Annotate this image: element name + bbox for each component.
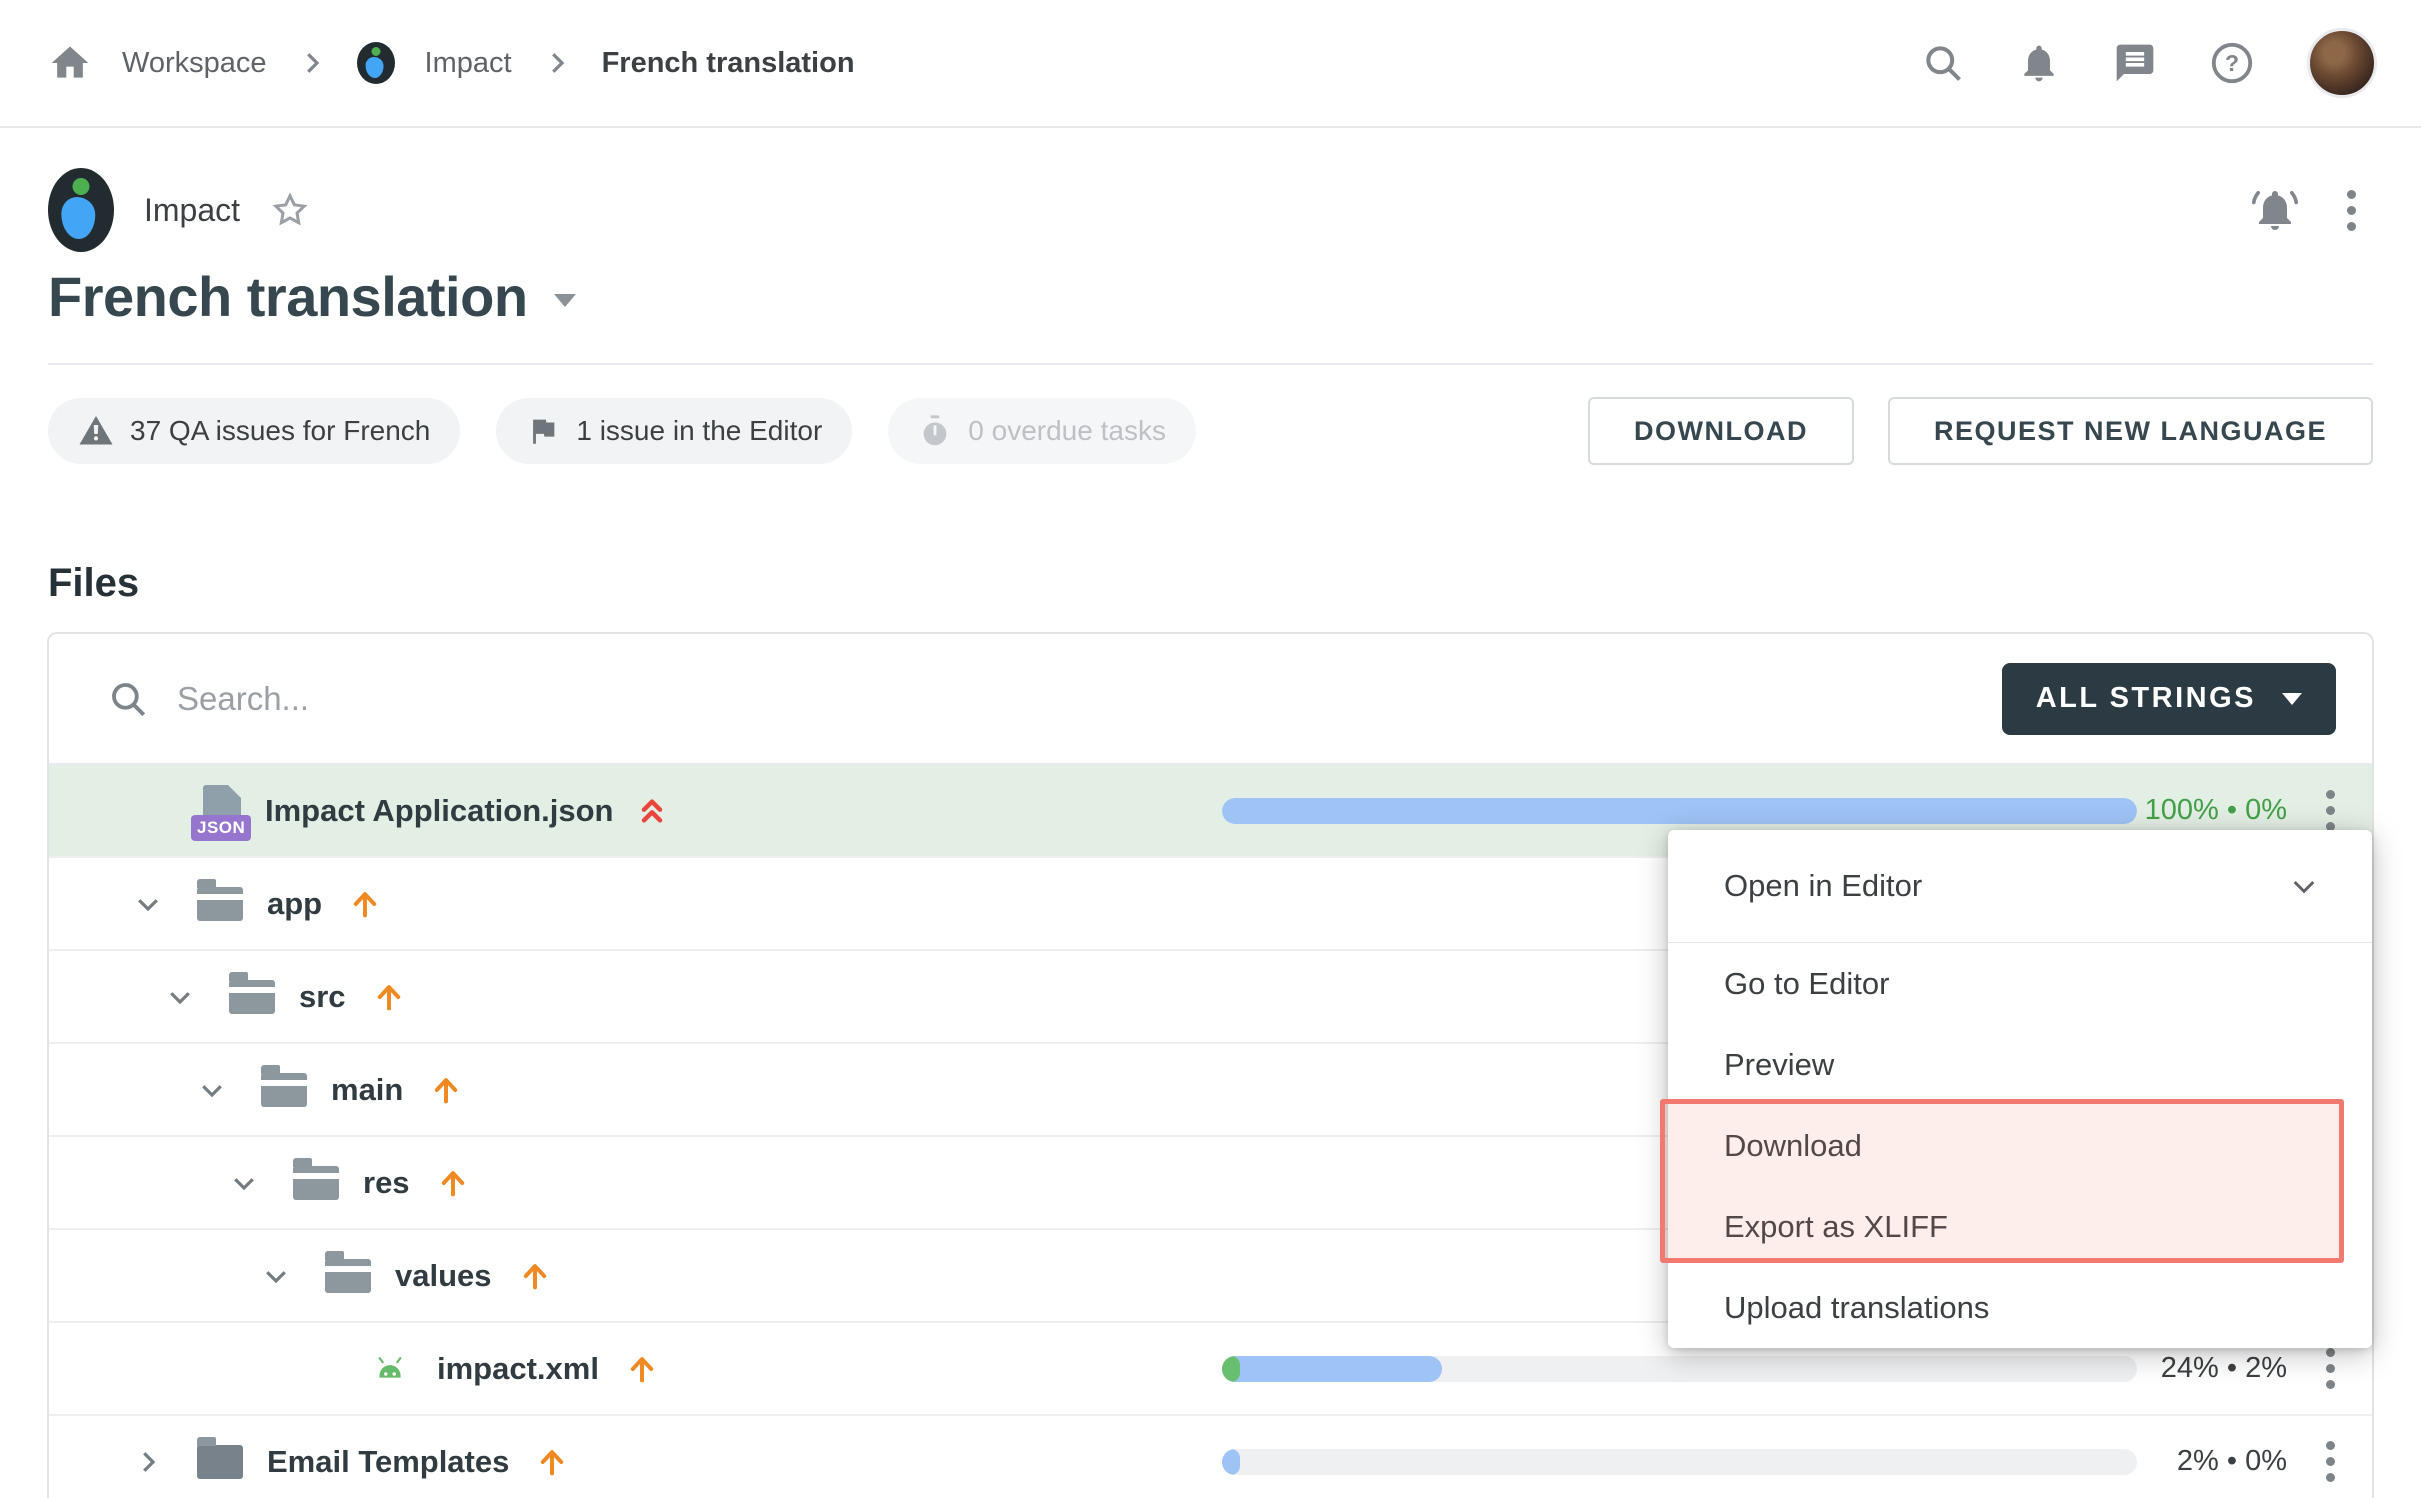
menu-item-export-as-xliff[interactable]: Export as XLIFF: [1668, 1186, 2372, 1267]
help-icon[interactable]: ?: [2209, 40, 2255, 86]
status-and-actions-row: 37 QA issues for French 1 issue in the E…: [48, 397, 2373, 465]
json-file-icon: JSON: [199, 785, 241, 837]
overdue-tasks-label: 0 overdue tasks: [968, 415, 1166, 447]
upload-arrow-icon[interactable]: [348, 886, 382, 922]
upload-arrow-icon[interactable]: [429, 1072, 463, 1108]
folder-open-icon: [229, 980, 275, 1014]
chevron-down-icon[interactable]: [229, 1168, 259, 1198]
caret-down-icon: [2282, 693, 2302, 705]
menu-item-upload-translations[interactable]: Upload translations: [1668, 1267, 2372, 1348]
menu-item-preview[interactable]: Preview: [1668, 1024, 2372, 1105]
chevron-down-icon[interactable]: [197, 1075, 227, 1105]
editor-issues-label: 1 issue in the Editor: [576, 415, 822, 447]
breadcrumb-project[interactable]: Impact: [425, 47, 512, 80]
breadcrumb-current-page: French translation: [602, 47, 855, 80]
project-notifications-bell-icon[interactable]: [2251, 186, 2299, 234]
folder-name[interactable]: main: [331, 1072, 403, 1108]
folder-open-icon: [261, 1073, 307, 1107]
translation-stats: 24% • 2%: [2077, 1352, 2287, 1385]
row-more-menu-icon[interactable]: [2308, 790, 2352, 831]
chevron-down-icon: [2288, 870, 2320, 902]
upload-arrow-icon[interactable]: [372, 979, 406, 1015]
strings-filter-label: ALL STRINGS: [2036, 682, 2256, 715]
title-dropdown-caret-icon[interactable]: [554, 294, 576, 307]
file-name[interactable]: Impact Application.json: [265, 793, 614, 829]
translation-stats: 2% • 0%: [2077, 1445, 2287, 1478]
topbar-actions: ?: [1921, 28, 2377, 98]
folder-name[interactable]: Email Templates: [267, 1444, 509, 1480]
upload-arrow-icon[interactable]: [436, 1165, 470, 1201]
folder-open-icon: [325, 1259, 371, 1293]
chevron-right-icon: [297, 48, 327, 78]
row-more-menu-icon[interactable]: [2308, 1441, 2352, 1482]
page: Workspace Impact French translation ?: [0, 0, 2421, 1498]
strings-filter-button[interactable]: ALL STRINGS: [2002, 663, 2336, 735]
overdue-tasks-badge: 0 overdue tasks: [888, 398, 1196, 464]
files-search-input[interactable]: [177, 680, 2002, 718]
messages-chat-icon[interactable]: [2113, 41, 2157, 85]
translation-progress-bar: [1222, 1356, 2137, 1382]
project-logo: [357, 42, 395, 84]
request-new-language-button[interactable]: REQUEST NEW LANGUAGE: [1888, 397, 2373, 465]
file-context-menu: Open in Editor Go to Editor Preview Down…: [1668, 830, 2372, 1348]
user-avatar[interactable]: [2307, 28, 2377, 98]
menu-item-open-in-editor[interactable]: Open in Editor: [1668, 830, 2372, 942]
upload-arrow-icon[interactable]: [625, 1351, 659, 1387]
upload-arrow-icon[interactable]: [535, 1444, 569, 1480]
upload-arrow-icon[interactable]: [518, 1258, 552, 1294]
folder-name[interactable]: app: [267, 886, 322, 922]
menu-item-label: Open in Editor: [1724, 868, 1922, 904]
files-section-title: Files: [48, 561, 2373, 606]
timer-icon: [918, 414, 952, 448]
translation-progress-bar: [1222, 798, 2137, 824]
folder-icon: [197, 1445, 243, 1479]
project-header: Impact French translation 37 QA issues f…: [0, 168, 2421, 465]
file-name[interactable]: impact.xml: [437, 1351, 599, 1387]
star-favorite-icon[interactable]: [270, 190, 310, 230]
home-icon[interactable]: [48, 41, 92, 85]
editor-issues-badge[interactable]: 1 issue in the Editor: [496, 398, 852, 464]
page-title: French translation: [48, 264, 528, 329]
project-more-menu-icon[interactable]: [2329, 190, 2373, 231]
svg-text:?: ?: [2225, 50, 2239, 76]
notifications-bell-icon[interactable]: [2017, 41, 2061, 85]
menu-item-download[interactable]: Download: [1668, 1105, 2372, 1186]
folder-name[interactable]: res: [363, 1165, 410, 1201]
header-divider: [48, 363, 2373, 365]
project-logo-large: [48, 168, 114, 252]
row-more-menu-icon[interactable]: [2308, 1348, 2352, 1389]
translation-stats: 100% • 0%: [2077, 794, 2287, 827]
translation-progress-bar: [1222, 1449, 2137, 1475]
folder-open-icon: [197, 887, 243, 921]
project-name[interactable]: Impact: [144, 192, 240, 229]
breadcrumb-workspace[interactable]: Workspace: [122, 47, 267, 80]
folder-row-email-templates[interactable]: Email Templates 2% • 0%: [49, 1416, 2372, 1498]
download-button[interactable]: DOWNLOAD: [1588, 397, 1854, 465]
top-navigation-bar: Workspace Impact French translation ?: [0, 0, 2421, 128]
qa-issues-badge[interactable]: 37 QA issues for French: [48, 398, 460, 464]
flag-icon: [526, 414, 560, 448]
warning-icon: [78, 413, 114, 449]
priority-high-icon: [636, 793, 668, 829]
chevron-down-icon[interactable]: [133, 889, 163, 919]
files-toolbar: ALL STRINGS: [49, 634, 2372, 765]
qa-issues-label: 37 QA issues for French: [130, 415, 430, 447]
chevron-right-icon[interactable]: [133, 1447, 163, 1477]
search-icon[interactable]: [1921, 41, 1965, 85]
folder-name[interactable]: values: [395, 1258, 492, 1294]
chevron-down-icon[interactable]: [165, 982, 195, 1012]
breadcrumb: Workspace Impact French translation: [48, 41, 855, 85]
android-file-icon: [367, 1349, 413, 1389]
menu-item-go-to-editor[interactable]: Go to Editor: [1668, 943, 2372, 1024]
folder-open-icon: [293, 1166, 339, 1200]
folder-name[interactable]: src: [299, 979, 346, 1015]
chevron-right-icon: [542, 48, 572, 78]
search-icon: [107, 678, 149, 720]
chevron-down-icon[interactable]: [261, 1261, 291, 1291]
